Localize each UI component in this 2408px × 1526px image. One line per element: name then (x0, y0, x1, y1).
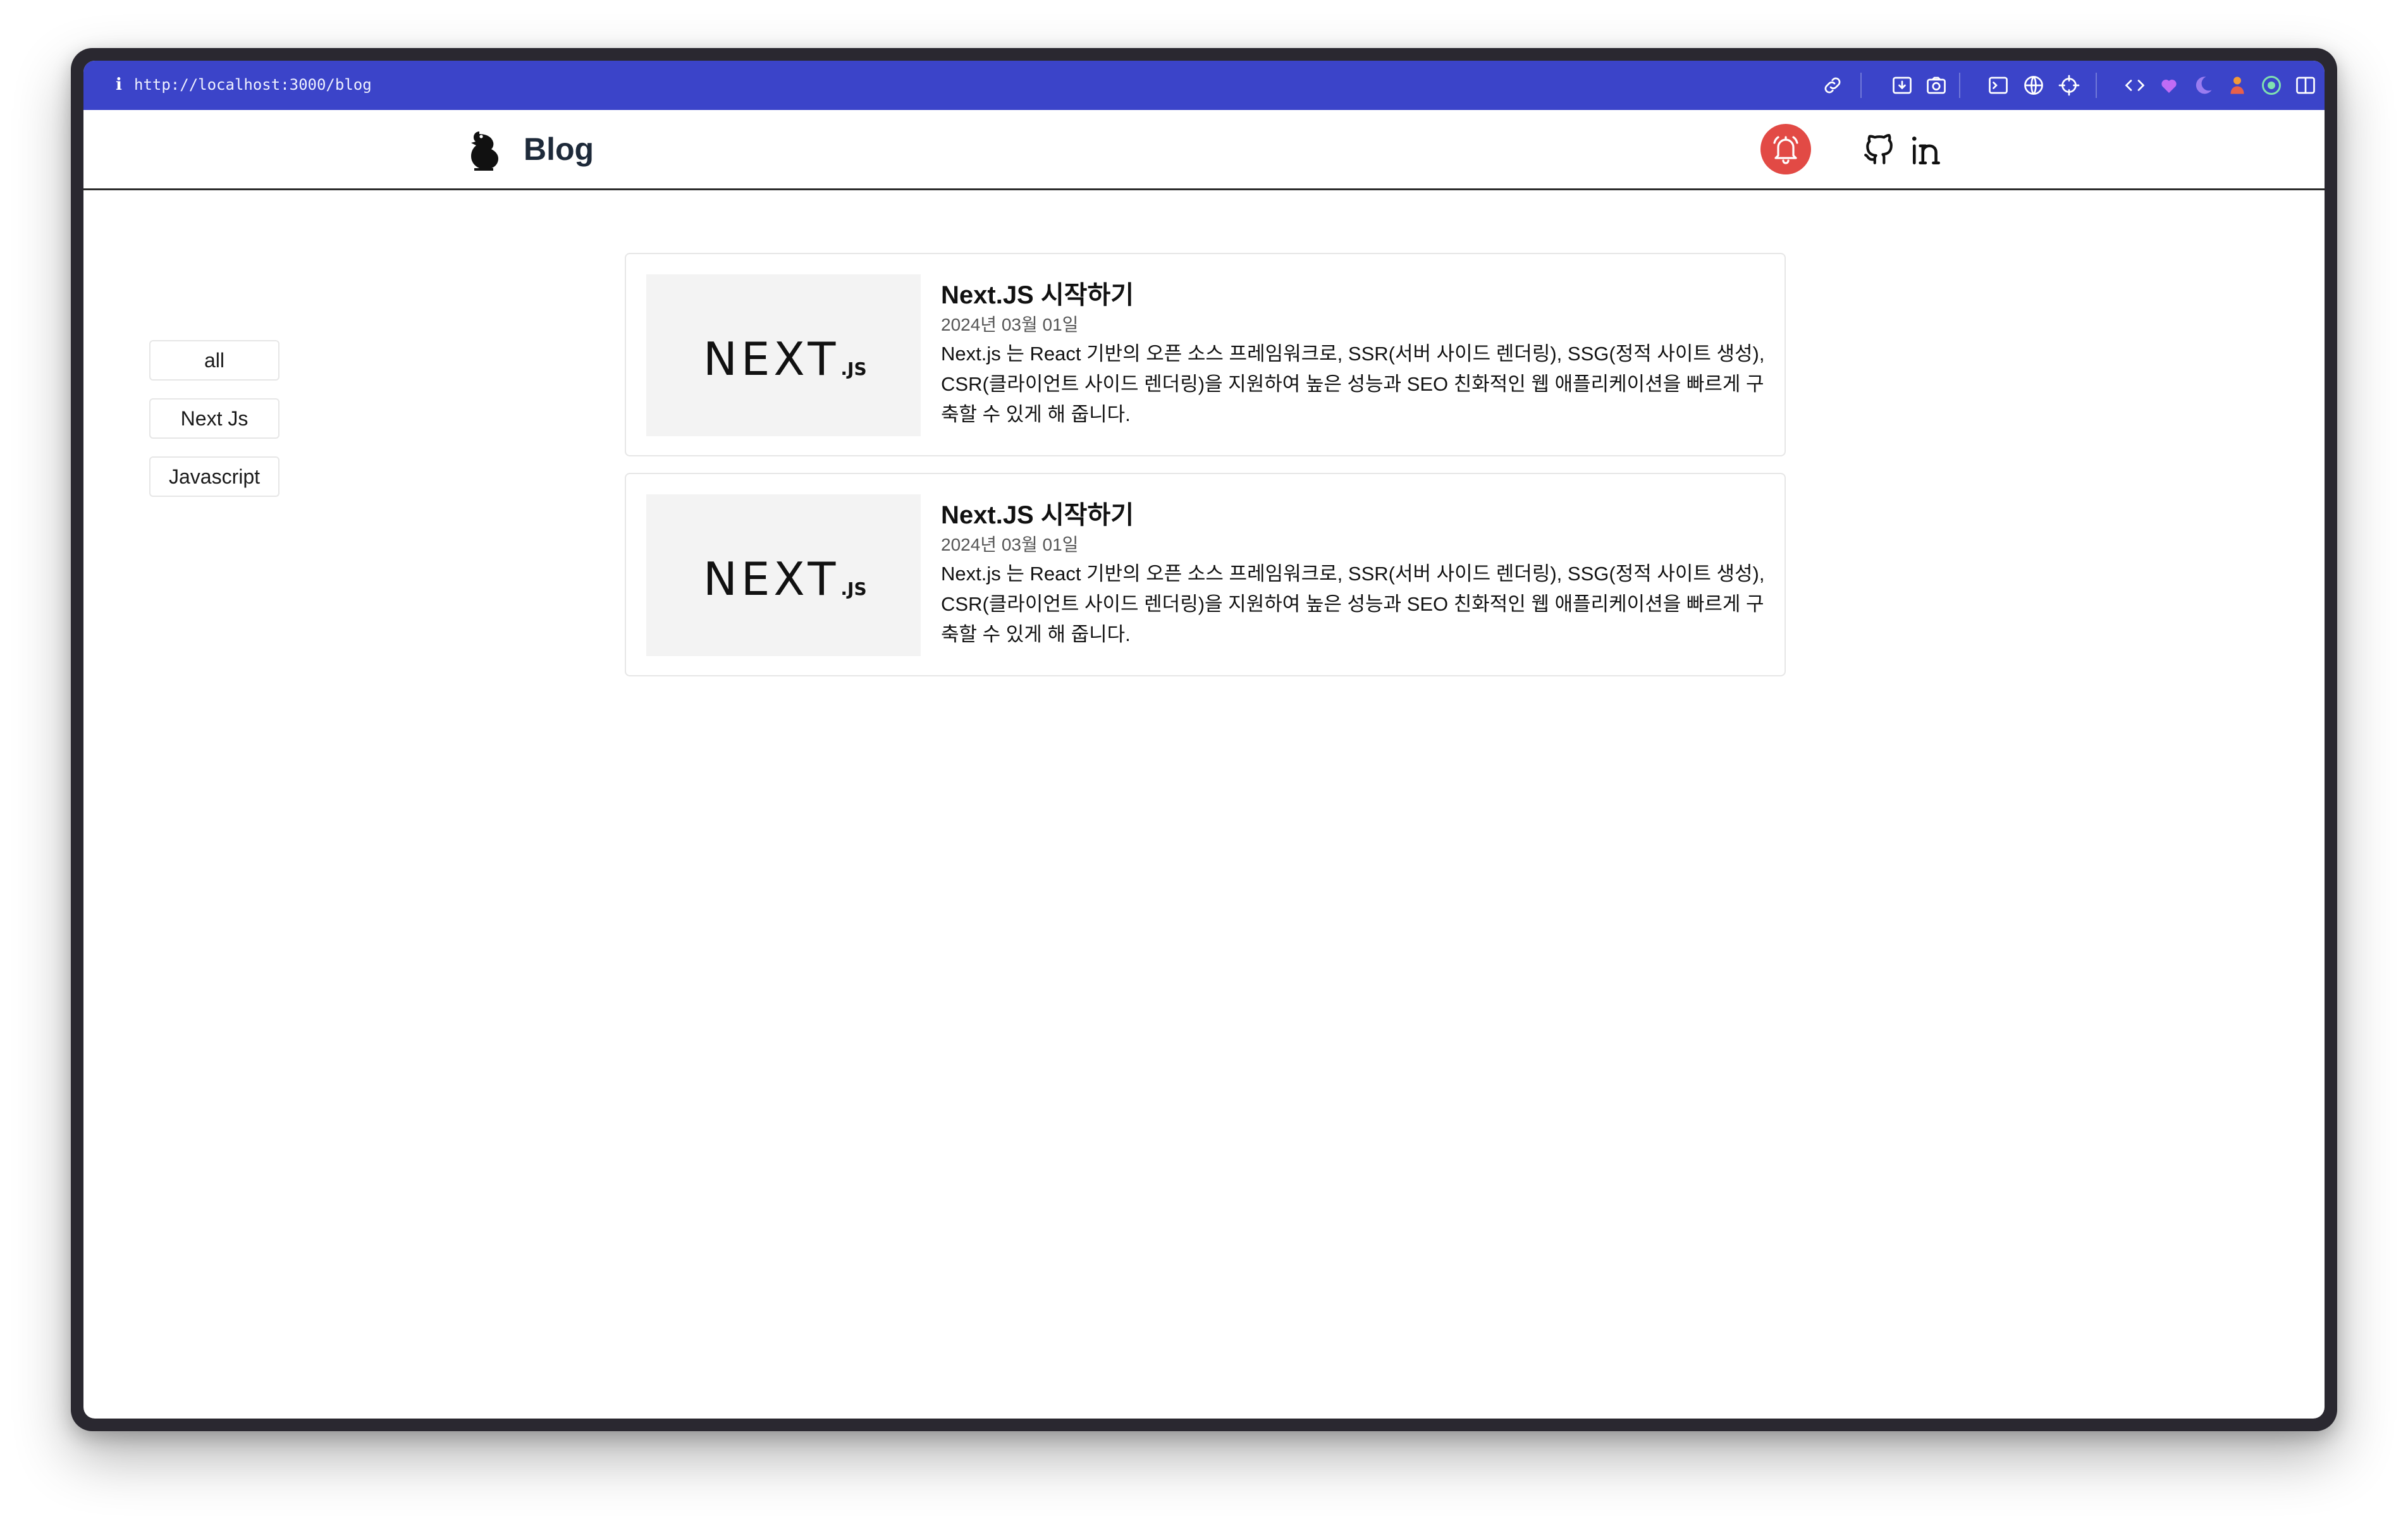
post-date: 2024년 03월 01일 (941, 535, 1079, 554)
category-all-button[interactable]: all (149, 340, 280, 381)
crosshair-icon[interactable] (2058, 74, 2080, 97)
toolbar-divider (2096, 73, 2097, 98)
github-icon[interactable] (1863, 134, 1895, 166)
post-description: Next.js 는 React 기반의 오픈 소스 프레임워크로, SSR(서버… (941, 563, 1765, 645)
info-icon[interactable]: i (106, 72, 132, 97)
nextjs-logo: NEXT.JS (703, 556, 867, 602)
camera-icon[interactable] (1925, 74, 1948, 97)
post-description: Next.js 는 React 기반의 오픈 소스 프레임워크로, SSR(서버… (941, 343, 1765, 425)
notification-button[interactable] (1760, 124, 1811, 174)
site-title[interactable]: Blog (524, 129, 594, 169)
post-title[interactable]: Next.JS 시작하기 (941, 279, 1134, 311)
post-card[interactable]: NEXT.JS Next.JS 시작하기 2024년 03월 01일 Next.… (625, 473, 1786, 676)
toolbar-divider (1860, 73, 1862, 98)
category-nextjs-button[interactable]: Next Js (149, 398, 280, 439)
nextjs-logo-wordmark: NEXT (703, 552, 840, 606)
duck-logo-icon[interactable] (465, 129, 505, 173)
nextjs-logo: NEXT.JS (703, 336, 867, 382)
nextjs-logo-suffix: .JS (840, 578, 867, 599)
target-extension-icon[interactable] (2260, 74, 2283, 97)
linkedin-icon[interactable] (1910, 134, 1944, 166)
toolbar-divider (1959, 73, 1960, 98)
moon-extension-icon[interactable] (2192, 74, 2214, 97)
terminal-icon[interactable] (1987, 74, 2010, 97)
download-icon[interactable] (1891, 74, 1914, 97)
post-title[interactable]: Next.JS 시작하기 (941, 499, 1134, 531)
sidebar-toggle-icon[interactable] (2294, 74, 2317, 97)
post-date: 2024년 03월 01일 (941, 315, 1079, 334)
site-header: Blog (83, 110, 2325, 190)
post-thumbnail[interactable]: NEXT.JS (646, 494, 921, 656)
browser-viewport: i http://localhost:3000/blog Blog all Ne… (83, 61, 2325, 1419)
nextjs-logo-suffix: .JS (840, 358, 867, 379)
post-card[interactable]: NEXT.JS Next.JS 시작하기 2024년 03월 01일 Next.… (625, 253, 1786, 456)
category-javascript-button[interactable]: Javascript (149, 456, 280, 497)
bell-icon (1773, 136, 1798, 164)
nextjs-logo-wordmark: NEXT (703, 333, 840, 386)
globe-icon[interactable] (2022, 74, 2045, 97)
link-icon[interactable] (1821, 74, 1844, 97)
heart-extension-icon[interactable] (2158, 74, 2180, 97)
browser-window: i http://localhost:3000/blog Blog all Ne… (71, 48, 2337, 1431)
browser-toolbar: i http://localhost:3000/blog (83, 61, 2325, 110)
code-icon[interactable] (2123, 74, 2146, 97)
address-bar[interactable]: http://localhost:3000/blog (134, 72, 372, 97)
post-thumbnail[interactable]: NEXT.JS (646, 274, 921, 436)
person-extension-icon[interactable] (2226, 74, 2249, 97)
